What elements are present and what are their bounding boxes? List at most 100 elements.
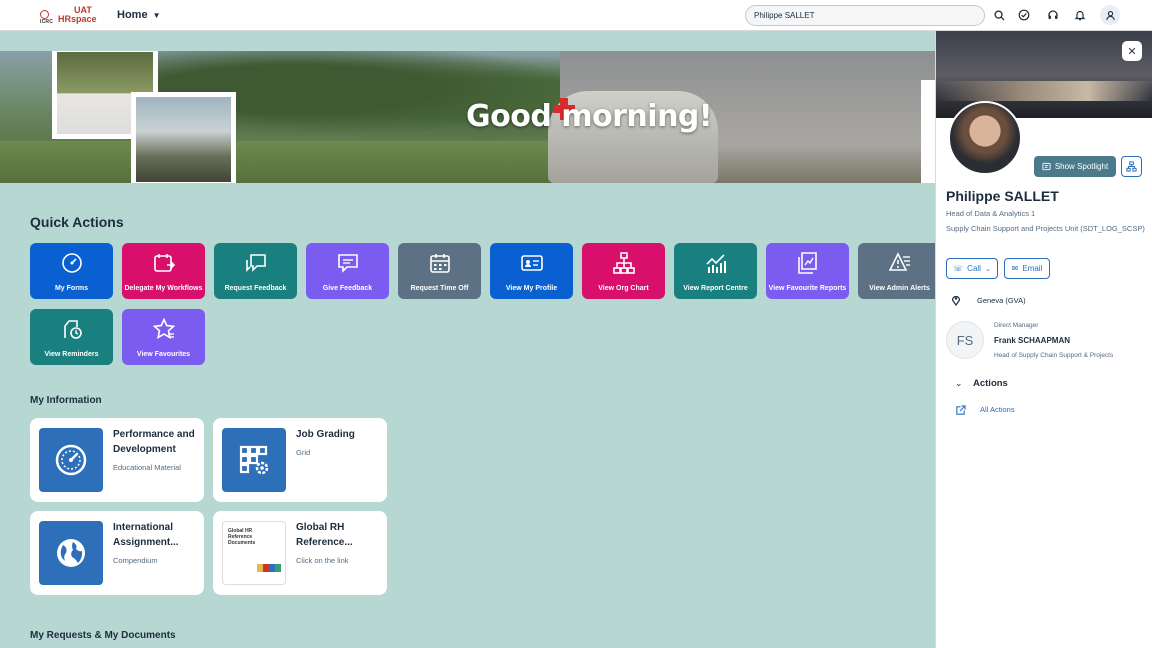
reports-icon [797, 252, 819, 274]
app-logo[interactable]: ICRC UAT HRspace [38, 5, 97, 25]
banner-photo-3 [921, 80, 936, 183]
caret-down-icon: ▼ [152, 11, 161, 20]
international-assignment-card[interactable]: International Assignment... Compendium [30, 511, 204, 595]
quick-action-label: View Admin Alerts [869, 285, 930, 292]
quick-action-label: My Forms [54, 285, 89, 292]
home-menu[interactable]: Home ▼ [117, 9, 161, 21]
profile-role: Head of Data & Analytics 1 [946, 209, 1036, 218]
show-spotlight-label: Show Spotlight [1054, 162, 1109, 171]
card-title: Performance and Development [113, 429, 195, 455]
envelope-icon: ✉ [1011, 264, 1019, 273]
show-spotlight-button[interactable]: Show Spotlight [1034, 156, 1116, 177]
quick-action-label: Request Feedback [224, 285, 287, 292]
home-label: Home [117, 9, 148, 21]
quick-action-label: Request Time Off [410, 285, 469, 292]
quick-action-label: View Org Chart [598, 285, 649, 292]
my-requests-title: My Requests & My Documents [30, 630, 176, 641]
my-information-title: My Information [30, 395, 102, 406]
card-title: International Assignment... [113, 522, 179, 548]
actions-title[interactable]: Actions [973, 378, 1008, 389]
card-subtitle: Grid [296, 448, 311, 457]
quick-action-give-feedback[interactable]: Give Feedback [306, 243, 389, 299]
call-label: Call [967, 264, 981, 273]
user-avatar-icon[interactable] [1100, 5, 1120, 25]
direct-manager-caption: Direct Manager [994, 322, 1039, 329]
alert-icon [888, 252, 911, 274]
global-rh-reference-card[interactable]: Global HR Reference Documents Global RH … [213, 511, 387, 595]
profile-side-panel: ✕ Show Spotlight Philippe SALLET Head of… [935, 31, 1152, 648]
card-title: Global RH Reference... [296, 522, 353, 548]
star-icon [152, 317, 175, 340]
icrc-emblem-icon [40, 10, 49, 19]
gauge-icon [39, 428, 103, 492]
card-subtitle: Click on the link [296, 556, 349, 565]
quick-action-label: Give Feedback [322, 285, 373, 292]
manager-role: Head of Supply Chain Support & Projects [994, 352, 1114, 359]
email-button[interactable]: ✉ Email [1004, 258, 1050, 279]
quick-action-label: View Favourite Reports [768, 285, 847, 292]
performance-development-card[interactable]: Performance and Development Educational … [30, 418, 204, 502]
all-actions-link[interactable]: All Actions [980, 405, 1015, 414]
phone-icon: ☏ [953, 264, 964, 273]
quick-action-view-org-chart[interactable]: View Org Chart [582, 243, 665, 299]
thumbnail-text: Global HR Reference Documents [228, 528, 256, 546]
headset-icon[interactable] [1046, 8, 1060, 22]
gauge-icon [61, 252, 83, 274]
quick-action-delegate-my-workflows[interactable]: Delegate My Workflows [122, 243, 205, 299]
feedback-icon [337, 252, 359, 274]
globe-icon [39, 521, 103, 585]
logo-org-text: ICRC [40, 19, 54, 25]
quick-action-view-admin-alerts[interactable]: View Admin Alerts [858, 243, 941, 299]
spotlight-icon [1042, 162, 1051, 171]
thumbnail-graphic [257, 564, 281, 572]
reminder-icon [61, 318, 83, 340]
profile-unit: Supply Chain Support and Projects Unit (… [946, 224, 1145, 233]
quick-action-view-my-profile[interactable]: View My Profile [490, 243, 573, 299]
card-title: Job Grading [296, 429, 355, 440]
close-icon[interactable]: ✕ [1122, 41, 1142, 61]
card-subtitle: Compendium [113, 556, 158, 565]
greeting-text: Good morning! [466, 99, 713, 134]
email-label: Email [1022, 264, 1043, 273]
quick-action-request-feedback[interactable]: Request Feedback [214, 243, 297, 299]
org-chart-button[interactable] [1121, 156, 1142, 177]
quick-action-view-report-centre[interactable]: View Report Centre [674, 243, 757, 299]
line-chart-icon [705, 252, 727, 274]
manager-avatar[interactable]: FS [946, 321, 984, 359]
profile-photo [948, 101, 1022, 175]
quick-action-request-time-off[interactable]: Request Time Off [398, 243, 481, 299]
id-card-icon [520, 252, 543, 274]
location-pin-icon [951, 293, 961, 311]
calendar-icon [429, 252, 451, 274]
top-bar: ICRC UAT HRspace Home ▼ Philippe SALLET [0, 0, 1152, 31]
quick-action-label: Delegate My Workflows [124, 285, 203, 292]
chevron-down-icon: ⌄ [984, 265, 991, 273]
quick-action-view-favourites[interactable]: View Favourites [122, 309, 205, 365]
manager-name[interactable]: Frank SCHAAPMAN [994, 336, 1070, 345]
quick-action-label: View Reminders [44, 351, 99, 358]
org-chart-icon [612, 252, 635, 274]
quick-action-view-reminders[interactable]: View Reminders [30, 309, 113, 365]
search-input[interactable]: Philippe SALLET [745, 5, 985, 26]
quick-actions-title: Quick Actions [30, 214, 124, 230]
welcome-banner: Good morning! [0, 51, 936, 183]
search-icon[interactable] [992, 8, 1006, 22]
card-subtitle: Educational Material [113, 463, 181, 472]
call-button[interactable]: ☏ Call ⌄ [946, 258, 998, 279]
quick-action-view-favourite-reports[interactable]: View Favourite Reports [766, 243, 849, 299]
quick-action-label: View Report Centre [683, 285, 748, 292]
job-grading-card[interactable]: Job Grading Grid [213, 418, 387, 502]
profile-name: Philippe SALLET [946, 188, 1059, 204]
chevron-down-icon[interactable]: ⌄ [955, 378, 963, 389]
bell-icon[interactable] [1073, 8, 1087, 22]
calendar-forward-icon [153, 252, 175, 274]
quick-action-my-forms[interactable]: My Forms [30, 243, 113, 299]
logo-app-text: HRspace [58, 14, 97, 24]
profile-location: Geneva (GVA) [977, 296, 1026, 305]
check-circle-icon[interactable] [1017, 8, 1031, 22]
grid-settings-icon [222, 428, 286, 492]
banner-photo-2 [131, 92, 236, 183]
feedback-request-icon [245, 252, 267, 274]
document-thumbnail: Global HR Reference Documents [222, 521, 286, 585]
quick-action-label: View Favourites [136, 351, 191, 358]
